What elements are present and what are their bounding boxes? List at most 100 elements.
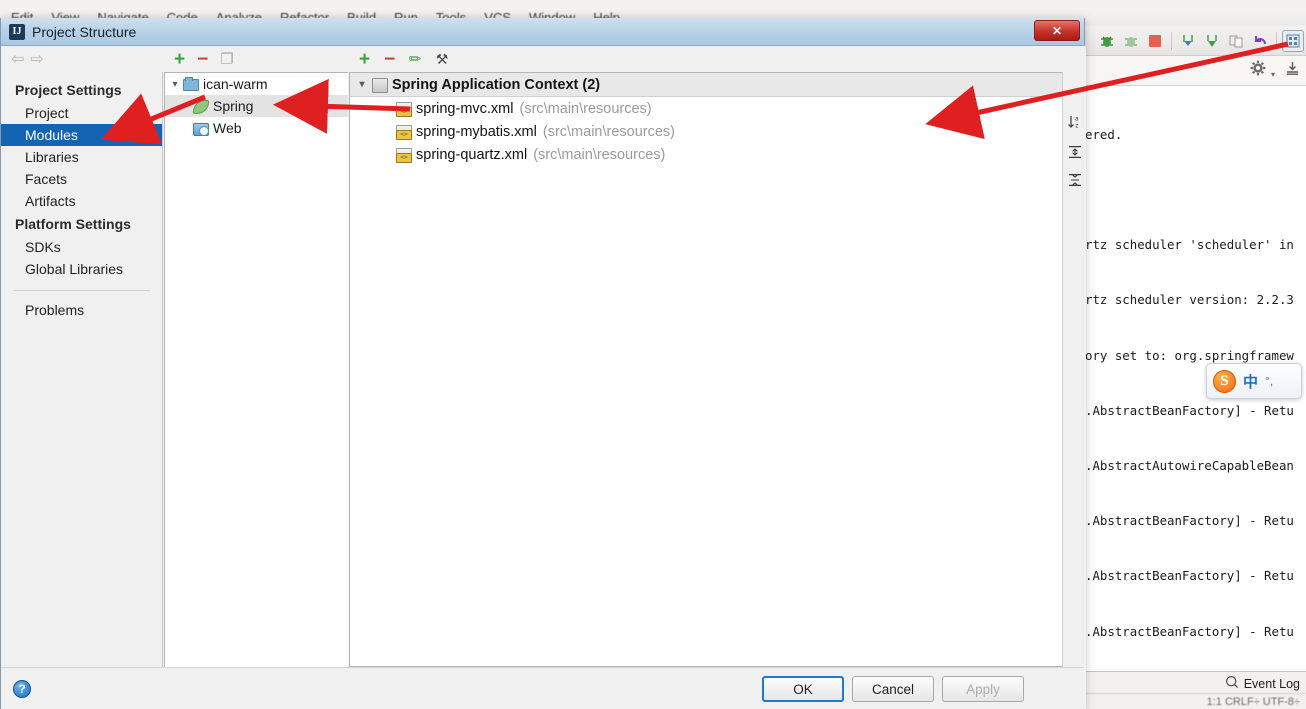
intellij-app-icon: IJ: [9, 23, 25, 40]
sidebar-item-modules[interactable]: Modules: [1, 124, 162, 146]
list-item[interactable]: spring-quartz.xml (src\main\resources): [350, 143, 1085, 166]
application-context-icon: [372, 77, 388, 93]
log-line: .AbstractAutowireCapableBean: [1085, 458, 1294, 474]
screen-root: Edit View Navigate Code Analyze Refactor…: [0, 0, 1306, 709]
tree-node-label: Web: [213, 120, 242, 136]
project-structure-dialog: IJ Project Structure ✕ ⇦ ⇨ Project Setti…: [0, 18, 1086, 709]
status-encoding-text: 1:1 CRLF÷ UTF-8÷: [1206, 695, 1300, 708]
chevron-down-icon[interactable]: ▾: [167, 79, 183, 90]
ok-button[interactable]: OK: [762, 676, 844, 702]
sogou-logo-icon[interactable]: S: [1213, 369, 1236, 393]
dialog-button-row: OK Cancel Apply: [762, 676, 1024, 702]
configure-icon[interactable]: ⚒: [436, 51, 449, 68]
project-structure-icon[interactable]: [1282, 30, 1304, 52]
facet-detail-panel: + − ✎ ⚒ ▾ Spring Application Context (2)…: [349, 46, 1086, 709]
tree-node-label: ican-warm: [203, 76, 268, 92]
secondary-toolbar-icons: ▾: [1250, 60, 1300, 82]
dialog-title-bar[interactable]: IJ Project Structure ✕: [1, 18, 1084, 46]
module-tree-panel: + − ❐ ▾ ican-warm Spring Web: [164, 46, 348, 709]
sort-alpha-icon[interactable]: az: [1066, 114, 1084, 133]
forward-arrow-icon[interactable]: ⇨: [30, 49, 43, 69]
log-line: ered.: [1085, 126, 1123, 142]
debug-icon[interactable]: [1096, 30, 1118, 52]
log-line: rtz scheduler 'scheduler' in: [1085, 237, 1294, 253]
svg-text:z: z: [1075, 123, 1079, 130]
ime-mode-chinese[interactable]: 中: [1243, 371, 1258, 392]
navigation-row: ⇦ ⇨: [1, 46, 163, 72]
spring-context-list[interactable]: ▾ Spring Application Context (2) spring-…: [349, 72, 1086, 667]
detail-toolbar: + − ✎ ⚒: [349, 46, 1086, 72]
help-icon[interactable]: ?: [13, 680, 31, 698]
tree-node-module-root[interactable]: ▾ ican-warm: [165, 73, 348, 95]
sidebar-item-problems[interactable]: Problems: [1, 299, 162, 321]
file-name: spring-quartz.xml: [416, 146, 528, 163]
toolbar-divider-2: [1276, 32, 1277, 50]
file-name: spring-mybatis.xml: [416, 123, 537, 140]
status-encoding-strip: 1:1 CRLF÷ UTF-8÷: [1082, 693, 1306, 709]
sidebar-item-artifacts[interactable]: Artifacts: [1, 190, 162, 212]
module-tree[interactable]: ▾ ican-warm Spring Web: [164, 72, 348, 709]
edit-context-icon[interactable]: ✎: [405, 48, 426, 70]
file-path: (src\main\resources): [533, 146, 666, 163]
vcs-diff-icon[interactable]: [1225, 30, 1247, 52]
event-log-label: Event Log: [1243, 676, 1300, 691]
add-context-icon[interactable]: +: [359, 50, 370, 69]
remove-module-icon[interactable]: −: [197, 50, 208, 69]
sogou-ime-bar[interactable]: S 中 °,: [1206, 363, 1302, 399]
sidebar-item-global-libraries[interactable]: Global Libraries: [1, 258, 162, 280]
vcs-commit-icon[interactable]: [1201, 30, 1223, 52]
toolbar-divider: [1171, 32, 1172, 50]
vcs-rollback-icon[interactable]: [1249, 30, 1271, 52]
detail-side-toolbar: az: [1062, 72, 1086, 667]
settings-sidebar: Project Settings Project Modules Librari…: [1, 72, 163, 709]
tree-node-web[interactable]: Web: [165, 117, 348, 139]
ime-punctuation-toggle[interactable]: °,: [1265, 374, 1273, 388]
ide-status-bar: Event Log 1:1 CRLF÷ UTF-8÷: [1082, 671, 1306, 709]
file-path: (src\main\resources): [542, 123, 675, 140]
copy-module-icon[interactable]: ❐: [220, 50, 233, 68]
spring-leaf-icon: [193, 99, 209, 114]
apply-button: Apply: [942, 676, 1024, 702]
collapse-all-icon[interactable]: [1066, 173, 1084, 190]
expand-all-icon[interactable]: [1066, 145, 1084, 162]
dialog-title: Project Structure: [32, 23, 137, 40]
event-log-button[interactable]: Event Log: [1225, 675, 1300, 692]
web-facet-icon: [193, 122, 209, 136]
list-item[interactable]: spring-mybatis.xml (src\main\resources): [350, 120, 1085, 143]
cancel-button[interactable]: Cancel: [852, 676, 934, 702]
context-group-header[interactable]: ▾ Spring Application Context (2): [350, 73, 1085, 97]
tree-node-label: Spring: [213, 98, 254, 114]
close-icon[interactable]: ✕: [1034, 20, 1080, 41]
settings-gear-icon[interactable]: ▾: [1250, 60, 1275, 82]
xml-file-icon: [396, 101, 412, 117]
log-line: .AbstractBeanFactory] - Retu: [1085, 623, 1294, 639]
sidebar-item-project[interactable]: Project: [1, 102, 162, 124]
svg-text:a: a: [1075, 116, 1079, 123]
sidebar-item-facets[interactable]: Facets: [1, 168, 162, 190]
stop-icon[interactable]: [1144, 30, 1166, 52]
file-name: spring-mvc.xml: [416, 100, 514, 117]
remove-context-icon[interactable]: −: [384, 50, 395, 69]
context-group-label: Spring Application Context (2): [392, 76, 601, 93]
log-line: .AbstractBeanFactory] - Retu: [1085, 568, 1294, 584]
sidebar-item-sdks[interactable]: SDKs: [1, 236, 162, 258]
file-path: (src\main\resources): [519, 100, 652, 117]
collapse-all-icon[interactable]: [1285, 61, 1300, 81]
log-line: rtz scheduler version: 2.2.3: [1085, 292, 1294, 308]
vcs-update-icon[interactable]: [1177, 30, 1199, 52]
module-folder-icon: [183, 77, 199, 91]
sidebar-group-project-settings: Project Settings: [15, 82, 122, 98]
dialog-body: ⇦ ⇨ Project Settings Project Modules Lib…: [1, 46, 1086, 709]
sidebar-item-libraries[interactable]: Libraries: [1, 146, 162, 168]
log-line: .AbstractBeanFactory] - Retu: [1085, 513, 1294, 529]
event-log-icon: [1225, 675, 1239, 692]
list-item[interactable]: spring-mvc.xml (src\main\resources): [350, 97, 1085, 120]
add-module-icon[interactable]: +: [174, 50, 185, 69]
coverage-icon[interactable]: [1120, 30, 1142, 52]
dialog-footer: ? OK Cancel Apply: [1, 667, 1084, 709]
ide-toolbar-icon-group: [1096, 26, 1304, 56]
log-line: .AbstractBeanFactory] - Retu: [1085, 402, 1294, 418]
back-arrow-icon[interactable]: ⇦: [11, 49, 24, 69]
chevron-down-icon[interactable]: ▾: [354, 79, 370, 90]
tree-node-spring[interactable]: Spring: [165, 95, 348, 117]
